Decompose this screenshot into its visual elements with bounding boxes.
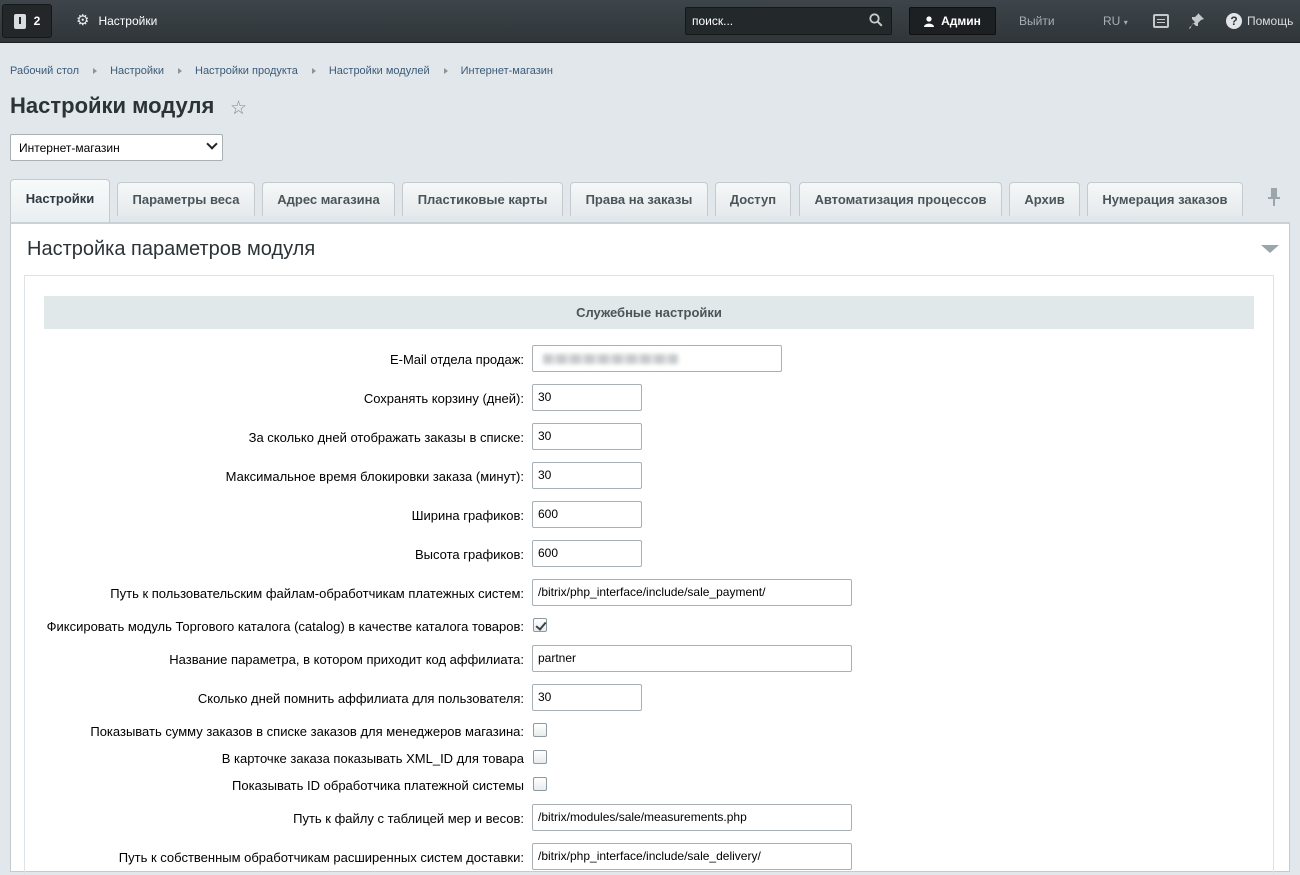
field-label: Название параметра, в котором приходит к… bbox=[169, 652, 524, 667]
tab-store-address[interactable]: Адрес магазина bbox=[262, 182, 395, 216]
breadcrumb-item[interactable]: Настройки bbox=[110, 65, 164, 77]
tab-weight-params[interactable]: Параметры веса bbox=[117, 182, 255, 216]
breadcrumb-item[interactable]: Интернет-магазин bbox=[461, 65, 553, 77]
breadcrumb-separator-icon bbox=[443, 68, 448, 74]
notification-icon bbox=[13, 13, 26, 29]
breadcrumb-separator-icon bbox=[178, 68, 182, 74]
field-label: Путь к собственным обработчикам расширен… bbox=[118, 850, 524, 865]
payment-handlers-path-input[interactable]: /bitrix/php_interface/include/sale_payme… bbox=[532, 579, 852, 606]
favorite-star-icon[interactable]: ☆ bbox=[230, 97, 247, 120]
field-label: Ширина графиков: bbox=[411, 508, 524, 523]
help-icon: ? bbox=[1226, 13, 1242, 29]
field-label: Путь к файлу с таблицей мер и весов: bbox=[293, 811, 524, 826]
affiliate-days-input[interactable]: 30 bbox=[532, 684, 642, 711]
chart-height-input[interactable]: 600 bbox=[532, 540, 642, 567]
field-label: Показывать сумму заказов в списке заказо… bbox=[90, 724, 524, 739]
search-input[interactable]: поиск... bbox=[685, 7, 892, 35]
search-placeholder: поиск... bbox=[692, 14, 734, 28]
help-label: Помощь bbox=[1247, 14, 1294, 28]
tab-access[interactable]: Доступ bbox=[715, 182, 791, 216]
settings-label: Настройки bbox=[98, 13, 158, 28]
user-icon bbox=[924, 15, 935, 27]
user-name: Админ bbox=[941, 14, 981, 28]
field-label: Сохранять корзину (дней): bbox=[363, 391, 524, 406]
settings-menu-link[interactable]: ⚙ Настройки bbox=[76, 13, 157, 28]
measurements-path-input[interactable]: /bitrix/modules/sale/measurements.php bbox=[532, 804, 852, 831]
email-field[interactable] bbox=[532, 345, 782, 372]
help-button[interactable]: ? Помощь bbox=[1226, 13, 1293, 29]
user-menu-button[interactable]: Админ bbox=[909, 7, 996, 35]
breadcrumb-item[interactable]: Рабочий стол bbox=[10, 65, 79, 77]
tab-process-automation[interactable]: Автоматизация процессов bbox=[799, 182, 1002, 216]
show-orders-sum-checkbox[interactable] bbox=[533, 723, 547, 737]
pin-icon[interactable] bbox=[1189, 12, 1205, 30]
logout-link[interactable]: Выйти bbox=[1019, 14, 1055, 28]
breadcrumb-item[interactable]: Настройки продукта bbox=[195, 65, 298, 77]
basket-days-input[interactable]: 30 bbox=[532, 384, 642, 411]
gear-icon: ⚙ bbox=[76, 12, 90, 29]
notifications-count: 2 bbox=[33, 14, 41, 28]
breadcrumb: Рабочий стол Настройки Настройки продукт… bbox=[10, 65, 553, 77]
order-list-days-input[interactable]: 30 bbox=[532, 423, 642, 450]
divider bbox=[24, 275, 1274, 276]
admin-topbar: 2 ⚙ Настройки поиск... Админ Выйти RU ▾ … bbox=[0, 0, 1300, 43]
field-label: E-Mail отдела продаж: bbox=[389, 352, 524, 367]
affiliate-param-input[interactable]: partner bbox=[532, 645, 852, 672]
chevron-down-icon: ▾ bbox=[1123, 18, 1128, 27]
breadcrumb-separator-icon bbox=[93, 68, 98, 74]
show-payment-handler-id-checkbox[interactable] bbox=[533, 777, 547, 791]
keyboard-icon[interactable] bbox=[1153, 14, 1169, 28]
module-select-value: Интернет-магазин bbox=[19, 141, 120, 155]
panel-title: Настройка параметров модуля bbox=[27, 238, 316, 260]
field-label: Высота графиков: bbox=[415, 547, 524, 562]
language-label: RU bbox=[1103, 14, 1121, 28]
search-icon[interactable] bbox=[869, 13, 883, 27]
section-header: Служебные настройки bbox=[44, 296, 1254, 329]
chart-width-input[interactable]: 600 bbox=[532, 501, 642, 528]
pin-tabs-icon[interactable] bbox=[1267, 187, 1281, 207]
tab-order-rights[interactable]: Права на заказы bbox=[570, 182, 708, 216]
field-label: В карточке заказа показывать XML_ID для … bbox=[221, 751, 524, 766]
breadcrumb-separator-icon bbox=[311, 68, 316, 74]
tab-plastic-cards[interactable]: Пластиковые карты bbox=[402, 182, 563, 216]
breadcrumb-item[interactable]: Настройки модулей bbox=[329, 65, 430, 77]
collapse-toggle-icon[interactable] bbox=[1261, 245, 1279, 253]
tab-archive[interactable]: Архив bbox=[1009, 182, 1080, 216]
field-label: Фиксировать модуль Торгового каталога (c… bbox=[46, 619, 524, 634]
fix-catalog-checkbox[interactable] bbox=[533, 618, 547, 632]
tab-settings[interactable]: Настройки bbox=[10, 179, 110, 224]
field-label: Максимальное время блокировки заказа (ми… bbox=[225, 469, 524, 484]
tab-order-numbering[interactable]: Нумерация заказов bbox=[1087, 182, 1243, 216]
notifications-button[interactable]: 2 bbox=[2, 4, 52, 38]
show-xml-id-checkbox[interactable] bbox=[533, 750, 547, 764]
delivery-handlers-path-input[interactable]: /bitrix/php_interface/include/sale_deliv… bbox=[532, 843, 852, 870]
settings-panel: Настройка параметров модуля Служебные на… bbox=[10, 222, 1290, 875]
module-select[interactable]: Интернет-магазин bbox=[10, 134, 223, 161]
field-label: За сколько дней отображать заказы в спис… bbox=[248, 430, 524, 445]
language-selector[interactable]: RU ▾ bbox=[1103, 14, 1128, 28]
field-label: Путь к пользовательским файлам-обработчи… bbox=[110, 586, 524, 601]
order-lock-minutes-input[interactable]: 30 bbox=[532, 462, 642, 489]
redacted-email bbox=[543, 354, 678, 364]
chevron-down-icon bbox=[206, 138, 218, 150]
field-label: Показывать ID обработчика платежной сист… bbox=[232, 778, 524, 793]
page-title: Настройки модуля bbox=[10, 93, 215, 118]
field-label: Сколько дней помнить аффилиата для польз… bbox=[197, 691, 524, 706]
